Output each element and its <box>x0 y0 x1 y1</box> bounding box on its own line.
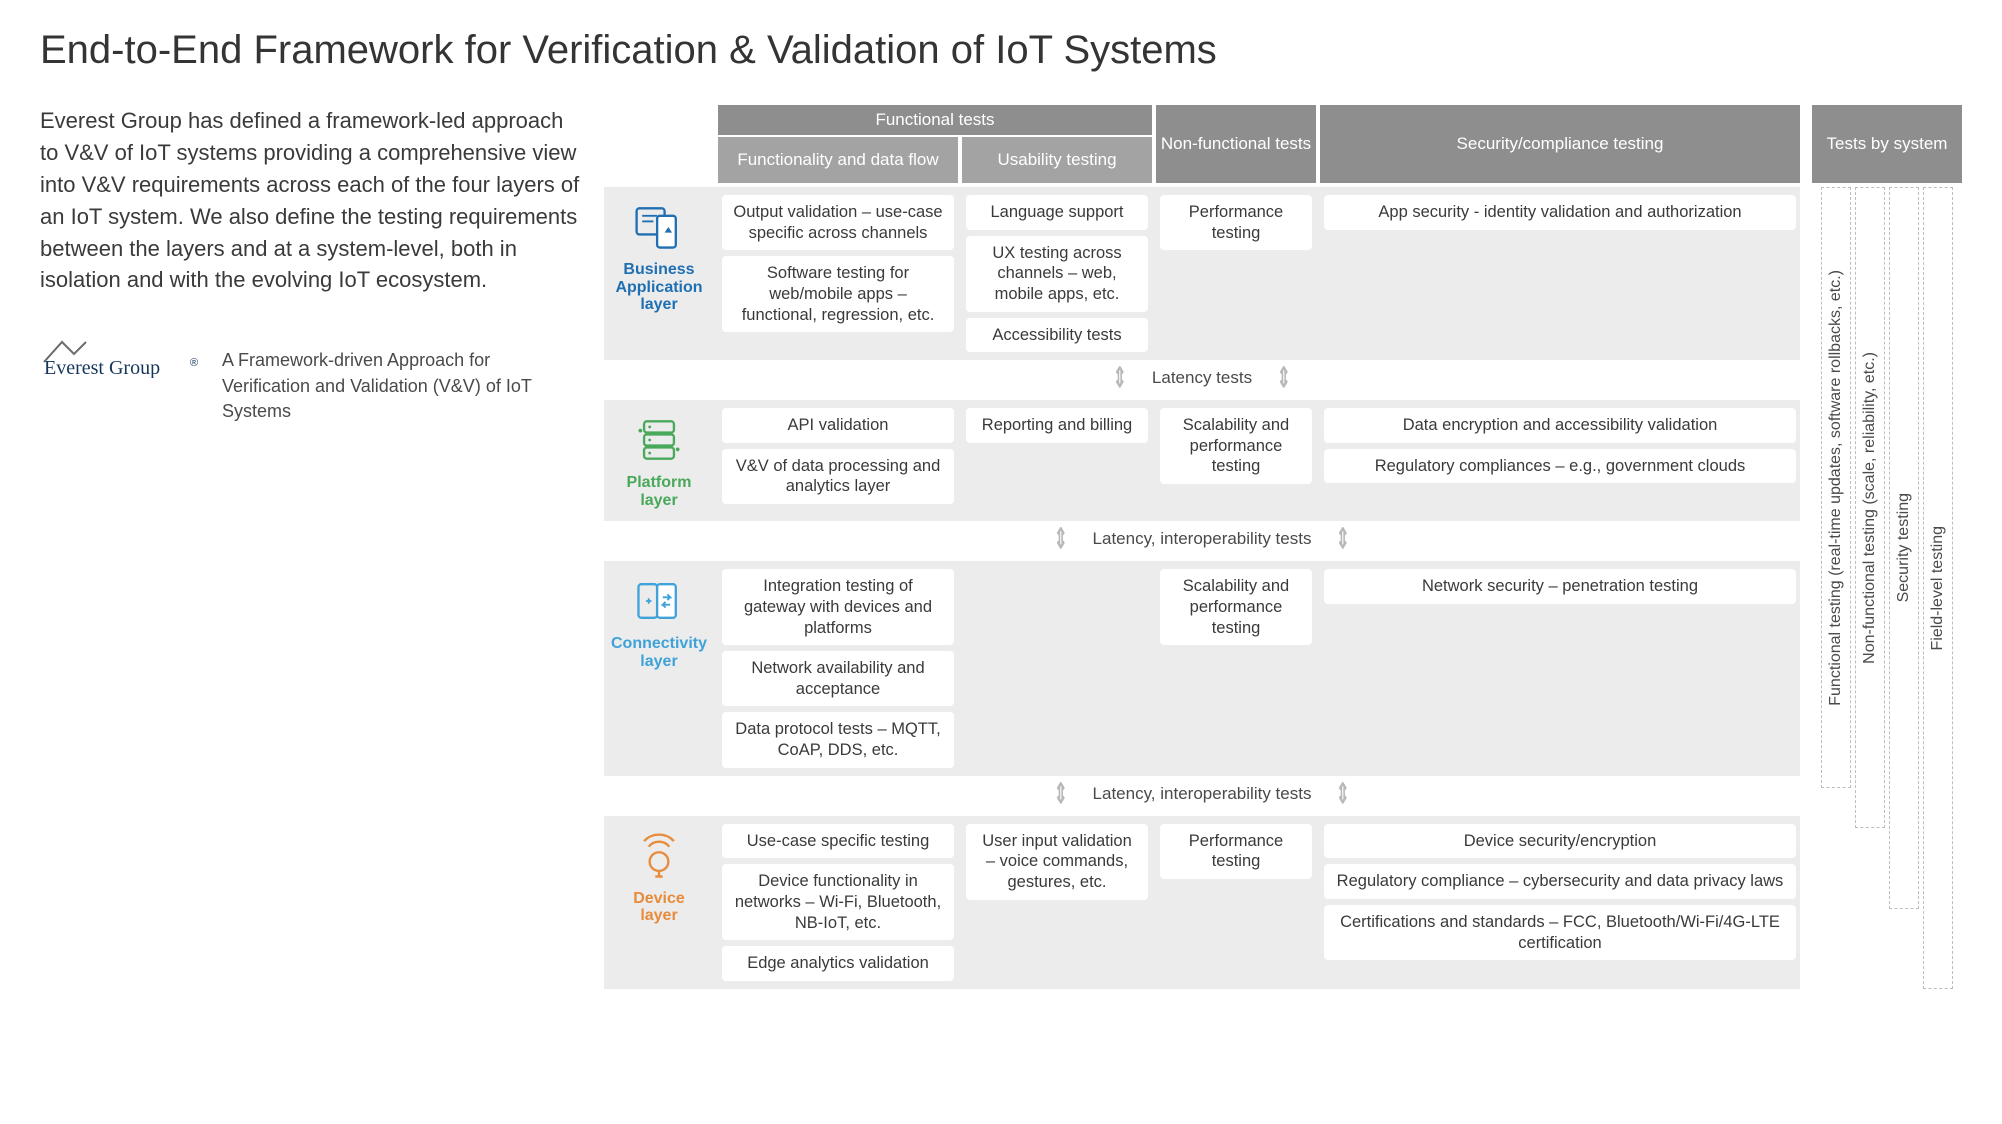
cell-platform-usability: Reporting and billing <box>962 408 1152 513</box>
pill: Accessibility tests <box>966 318 1148 353</box>
framework-grid: Functional tests Functionality and data … <box>604 105 1800 989</box>
intro-text: Everest Group has defined a framework-le… <box>40 105 580 296</box>
cell-business-functionality: Output validation – use-case specific ac… <box>718 195 958 352</box>
between-label: Latency, interoperability tests <box>1093 529 1312 549</box>
system-test-label: Field-level testing <box>1929 526 1947 651</box>
cell-device-security: Device security/encryption Regulatory com… <box>1320 824 1800 981</box>
cell-connectivity-functionality: Integration testing of gateway with devi… <box>718 569 958 767</box>
pill: Reporting and billing <box>966 408 1148 443</box>
cell-platform-security: Data encryption and accessibility valida… <box>1320 408 1800 513</box>
layer-icon-connectivity: Connectivitylayer <box>604 569 714 767</box>
pill: V&V of data processing and analytics lay… <box>722 449 954 504</box>
layer-icon-device: Devicelayer <box>604 824 714 981</box>
pill: Network availability and acceptance <box>722 651 954 706</box>
pill: Network security – penetration testing <box>1324 569 1796 604</box>
logo-block: Everest Group ® A Framework-driven Appro… <box>40 332 580 424</box>
cell-device-functionality: Use-case specific testing Device function… <box>718 824 958 981</box>
cell-platform-functionality: API validation V&V of data processing and… <box>718 408 958 513</box>
pill: UX testing across channels – web, mobile… <box>966 236 1148 312</box>
cell-business-nonfunctional: Performance testing <box>1156 195 1316 352</box>
between-label: Latency, interoperability tests <box>1093 784 1312 804</box>
pill: Edge analytics validation <box>722 946 954 981</box>
cell-business-security: App security - identity validation and a… <box>1320 195 1800 352</box>
logo-caption: A Framework-driven Approach for Verifica… <box>222 332 580 424</box>
system-test-column: Field-level testing <box>1923 187 1953 989</box>
header-security: Security/compliance testing <box>1320 105 1800 183</box>
pill: Data protocol tests – MQTT, CoAP, DDS, e… <box>722 712 954 767</box>
cell-platform-nonfunctional: Scalability and performance testing <box>1156 408 1316 513</box>
layer-icon-platform: Platformlayer <box>604 408 714 513</box>
cell-device-usability: User input validation – voice commands, … <box>962 824 1152 981</box>
pill: Output validation – use-case specific ac… <box>722 195 954 250</box>
pill: Regulatory compliances – e.g., governmen… <box>1324 449 1796 484</box>
pill: Scalability and performance testing <box>1160 569 1312 645</box>
system-test-label: Non-functional testing (scale, reliabili… <box>1861 352 1879 664</box>
layer-row-device: DevicelayerUse-case specific testing Devi… <box>604 816 1800 989</box>
between-row: ⇕Latency, interoperability tests⇕ <box>604 776 1800 812</box>
pill: Data encryption and accessibility valida… <box>1324 408 1796 443</box>
pill: Regulatory compliance – cybersecurity an… <box>1324 864 1796 899</box>
pill: Language support <box>966 195 1148 230</box>
pill: Device security/encryption <box>1324 824 1796 859</box>
cell-connectivity-security: Network security – penetration testing <box>1320 569 1800 767</box>
pill: User input validation – voice commands, … <box>966 824 1148 900</box>
pill: App security - identity validation and a… <box>1324 195 1796 230</box>
page-title: End-to-End Framework for Verification & … <box>40 28 1962 73</box>
cell-device-nonfunctional: Performance testing <box>1156 824 1316 981</box>
pill: Integration testing of gateway with devi… <box>722 569 954 645</box>
header-nonfunctional: Non-functional tests <box>1156 105 1316 183</box>
svg-text:Everest Group: Everest Group <box>44 357 160 378</box>
system-test-label: Security testing <box>1895 493 1913 602</box>
pill: Use-case specific testing <box>722 824 954 859</box>
svg-text:®: ® <box>190 357 198 369</box>
pill: Device functionality in networks – Wi-Fi… <box>722 864 954 940</box>
cell-connectivity-nonfunctional: Scalability and performance testing <box>1156 569 1316 767</box>
pill: API validation <box>722 408 954 443</box>
pill: Performance testing <box>1160 195 1312 250</box>
pill: Scalability and performance testing <box>1160 408 1312 484</box>
pill: Software testing for web/mobile apps – f… <box>722 256 954 332</box>
pill: Performance testing <box>1160 824 1312 879</box>
layer-row-business: Business ApplicationlayerOutput validati… <box>604 187 1800 360</box>
cell-connectivity-usability <box>962 569 1152 767</box>
layer-icon-business: Business Applicationlayer <box>604 195 714 352</box>
header-tests-by-system: Tests by system <box>1812 105 1962 183</box>
header-usability: Usability testing <box>962 137 1152 183</box>
header-functional-group: Functional tests <box>718 105 1152 135</box>
header-functionality: Functionality and data flow <box>718 137 958 183</box>
system-test-column: Non-functional testing (scale, reliabili… <box>1855 187 1885 828</box>
between-row: ⇕Latency, interoperability tests⇕ <box>604 521 1800 557</box>
layer-row-connectivity: ConnectivitylayerIntegration testing of … <box>604 561 1800 775</box>
system-test-label: Functional testing (real-time updates, s… <box>1827 270 1845 706</box>
system-test-column: Security testing <box>1889 187 1919 909</box>
layer-row-platform: PlatformlayerAPI validation V&V of data p… <box>604 400 1800 521</box>
cell-business-usability: Language support UX testing across channe… <box>962 195 1152 352</box>
pill: Certifications and standards – FCC, Blue… <box>1324 905 1796 960</box>
between-row: ⇕Latency tests⇕ <box>604 360 1800 396</box>
everest-group-logo-icon: Everest Group ® <box>40 332 210 378</box>
system-test-column: Functional testing (real-time updates, s… <box>1821 187 1851 788</box>
between-label: Latency tests <box>1152 368 1252 388</box>
